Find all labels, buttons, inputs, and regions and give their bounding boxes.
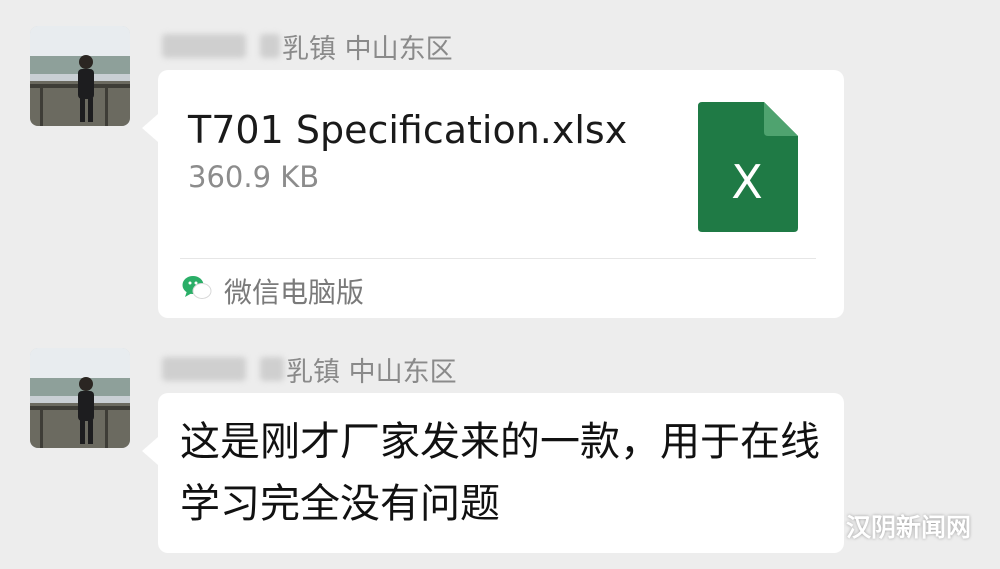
wechat-watermark-icon <box>808 509 840 543</box>
sender-avatar[interactable] <box>30 348 130 448</box>
file-name: T701 Specification.xlsx <box>188 108 628 152</box>
source-app-label: 微信电脑版 <box>224 276 365 309</box>
message-text: 这是刚才厂家发来的一款，用于在线学习完全没有问题 <box>180 419 820 527</box>
file-source: 微信电脑版 <box>182 270 364 312</box>
redacted-name <box>162 34 246 58</box>
redacted-name <box>260 34 280 58</box>
file-size: 360.9 KB <box>188 160 320 194</box>
sender-name: 乳镇 中山东区 <box>162 28 453 65</box>
watermark: 汉阴新闻网 <box>808 506 971 546</box>
sender-location: 乳镇 中山东区 <box>286 356 457 388</box>
wechat-icon <box>182 275 212 308</box>
divider <box>180 258 816 259</box>
redacted-name <box>260 357 284 381</box>
text-bubble[interactable]: 这是刚才厂家发来的一款，用于在线学习完全没有问题 <box>142 393 844 553</box>
excel-letter: X <box>731 155 763 209</box>
sender-avatar[interactable] <box>30 26 130 126</box>
redacted-name <box>162 357 246 381</box>
excel-file-icon: X <box>698 102 798 232</box>
sender-location: 乳镇 中山东区 <box>282 33 453 65</box>
sender-name: 乳镇 中山东区 <box>162 351 457 388</box>
file-card[interactable]: T701 Specification.xlsx 360.9 KB X 微信电脑版 <box>142 70 844 318</box>
watermark-text: 汉阴新闻网 <box>846 513 972 542</box>
